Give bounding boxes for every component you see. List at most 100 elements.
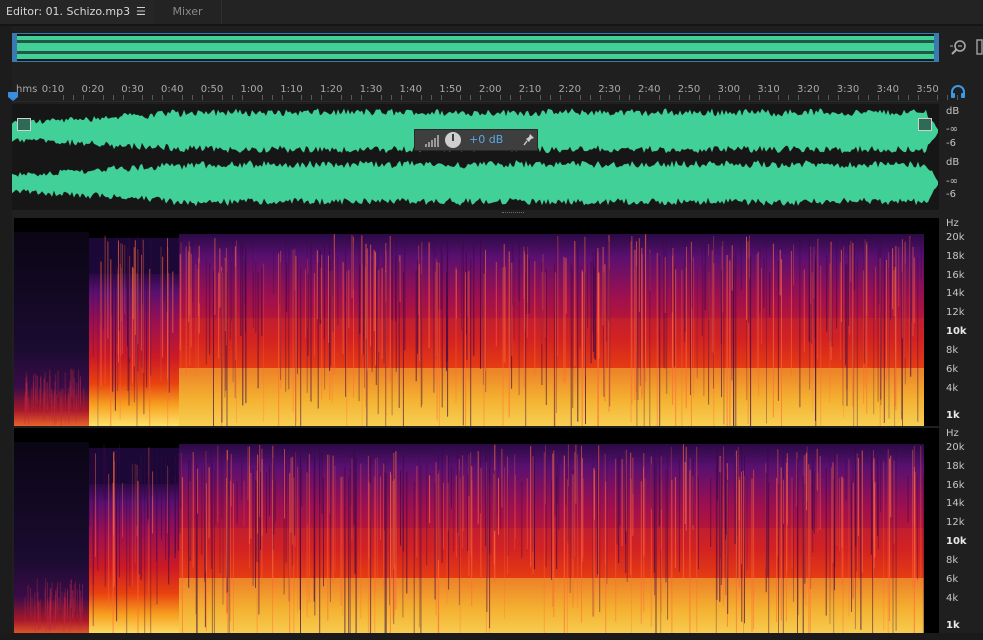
ruler-minor-tick bbox=[182, 95, 184, 100]
waveform-shape bbox=[12, 160, 938, 207]
pin-icon[interactable] bbox=[523, 133, 535, 147]
waveform-display[interactable] bbox=[12, 104, 939, 210]
ruler-minor-tick bbox=[559, 95, 561, 100]
ruler-minor-tick bbox=[669, 95, 671, 100]
ruler-minor-tick bbox=[301, 95, 303, 100]
menu-icon[interactable]: ☰ bbox=[136, 0, 146, 24]
ruler-minor-tick bbox=[718, 95, 720, 100]
ruler-minor-tick bbox=[639, 95, 641, 100]
db-unit: dB bbox=[946, 106, 960, 117]
ruler-minor-tick bbox=[798, 95, 800, 100]
hz-unit: Hz bbox=[946, 428, 959, 439]
ruler-minor-tick bbox=[102, 95, 104, 100]
ruler-minor-tick bbox=[599, 95, 601, 100]
ruler-tick-label: 1:00 bbox=[240, 84, 263, 95]
tab-editor-label: Editor: 01. Schizo.mp3 bbox=[6, 5, 131, 18]
time-format-label: hms bbox=[16, 84, 38, 95]
ruler-minor-tick bbox=[390, 95, 392, 100]
ruler-minor-tick bbox=[62, 95, 64, 100]
panel-edge-icon bbox=[976, 38, 983, 56]
hz-label: 16k bbox=[946, 480, 965, 491]
tab-editor[interactable]: Editor: 01. Schizo.mp3 ☰ bbox=[0, 0, 154, 24]
ruler-minor-tick bbox=[539, 95, 541, 100]
hz-scale-right: Hz 20k 18k 16k 14k 12k 10k 8k 6k 4k 1k bbox=[946, 428, 983, 638]
ruler-minor-tick bbox=[679, 95, 681, 100]
ruler-minor-tick bbox=[838, 95, 840, 100]
ruler-tick-label: 2:10 bbox=[518, 84, 542, 95]
hz-label: 8k bbox=[946, 345, 959, 356]
fade-in-handle[interactable] bbox=[17, 118, 31, 131]
db-minus6: -6 bbox=[946, 189, 956, 200]
ruler-minor-tick bbox=[579, 95, 581, 100]
volume-value[interactable]: +0 dB bbox=[469, 133, 503, 146]
waveform-channel-right[interactable] bbox=[12, 158, 939, 208]
hz-label: 6k bbox=[946, 574, 959, 585]
tab-mixer[interactable]: Mixer bbox=[154, 0, 222, 24]
hz-label: 20k bbox=[946, 232, 965, 243]
overview-right-handle[interactable] bbox=[934, 34, 938, 61]
ruler-minor-tick bbox=[857, 95, 859, 100]
overview-stripe bbox=[15, 40, 936, 43]
ruler-minor-tick bbox=[470, 95, 472, 100]
db-neg-inf: -∞ bbox=[946, 176, 958, 187]
ruler-tick-label: 2:00 bbox=[479, 84, 502, 95]
hz-label: 18k bbox=[946, 251, 965, 262]
ruler-tick-label: 1:20 bbox=[320, 84, 343, 95]
hz-label: 20k bbox=[946, 442, 965, 453]
hz-label: 6k bbox=[946, 364, 959, 375]
level-bars-icon bbox=[425, 135, 441, 147]
ruler-tick-label: 1:10 bbox=[280, 84, 303, 95]
headphones-icon[interactable] bbox=[950, 84, 966, 99]
volume-knob[interactable] bbox=[445, 132, 461, 148]
fade-out-handle[interactable] bbox=[918, 118, 932, 131]
ruler-minor-tick bbox=[430, 95, 432, 100]
ruler-minor-tick bbox=[758, 95, 760, 100]
ruler-minor-tick bbox=[698, 95, 700, 100]
hz-unit: Hz bbox=[946, 218, 959, 229]
ruler-minor-tick bbox=[380, 95, 382, 100]
ruler-tick-label: 3:40 bbox=[876, 84, 899, 95]
hz-label: 18k bbox=[946, 461, 965, 472]
ruler-minor-tick bbox=[162, 95, 164, 100]
volume-hud[interactable]: +0 dB bbox=[414, 129, 538, 151]
ruler-tick-label: 0:10 bbox=[41, 84, 65, 95]
hz-label: 4k bbox=[946, 593, 959, 604]
ruler-minor-tick bbox=[281, 95, 283, 100]
ruler-minor-tick bbox=[788, 95, 790, 100]
db-scale-left: dB -∞ -6 bbox=[946, 106, 983, 156]
spectral-channel-right[interactable] bbox=[14, 428, 939, 636]
ruler-tick-label: 1:30 bbox=[359, 84, 383, 95]
hz-scale-left: Hz 20k 18k 16k 14k 12k 10k 8k 6k 4k 1k bbox=[946, 218, 983, 428]
overview-stripe bbox=[15, 51, 936, 54]
left-gutter bbox=[0, 26, 12, 640]
ruler-minor-tick bbox=[947, 95, 949, 100]
splitter-grip[interactable] bbox=[502, 212, 524, 215]
ruler-minor-tick bbox=[629, 95, 631, 100]
ruler-minor-tick bbox=[748, 95, 750, 100]
ruler-minor-tick bbox=[361, 95, 363, 100]
ruler-tick-label: 1:40 bbox=[399, 84, 422, 95]
ruler-minor-tick bbox=[937, 95, 939, 100]
ruler-minor-tick bbox=[549, 95, 551, 100]
ruler-minor-tick bbox=[400, 95, 402, 100]
ruler-minor-tick bbox=[708, 95, 710, 100]
ruler-minor-tick bbox=[480, 95, 482, 100]
overview-navigator[interactable] bbox=[12, 33, 939, 62]
hz-label: 14k bbox=[946, 288, 965, 299]
ruler-minor-tick bbox=[520, 95, 522, 100]
spectral-channel-left[interactable] bbox=[14, 218, 939, 426]
ruler-minor-tick bbox=[311, 95, 313, 100]
ruler-minor-tick bbox=[420, 95, 422, 100]
ruler-minor-tick bbox=[192, 95, 194, 100]
bottom-edge bbox=[0, 633, 983, 640]
ruler-minor-tick bbox=[122, 95, 124, 100]
ruler-minor-tick bbox=[738, 95, 740, 100]
ruler-tick-label: 3:20 bbox=[797, 84, 820, 95]
ruler-minor-tick bbox=[778, 95, 780, 100]
playhead-icon[interactable] bbox=[8, 91, 18, 101]
hz-label: 4k bbox=[946, 383, 959, 394]
overview-left-handle[interactable] bbox=[13, 34, 17, 61]
zoom-to-selection-icon[interactable] bbox=[950, 38, 968, 56]
hz-label: 14k bbox=[946, 498, 965, 509]
view-splitter[interactable] bbox=[12, 210, 939, 216]
